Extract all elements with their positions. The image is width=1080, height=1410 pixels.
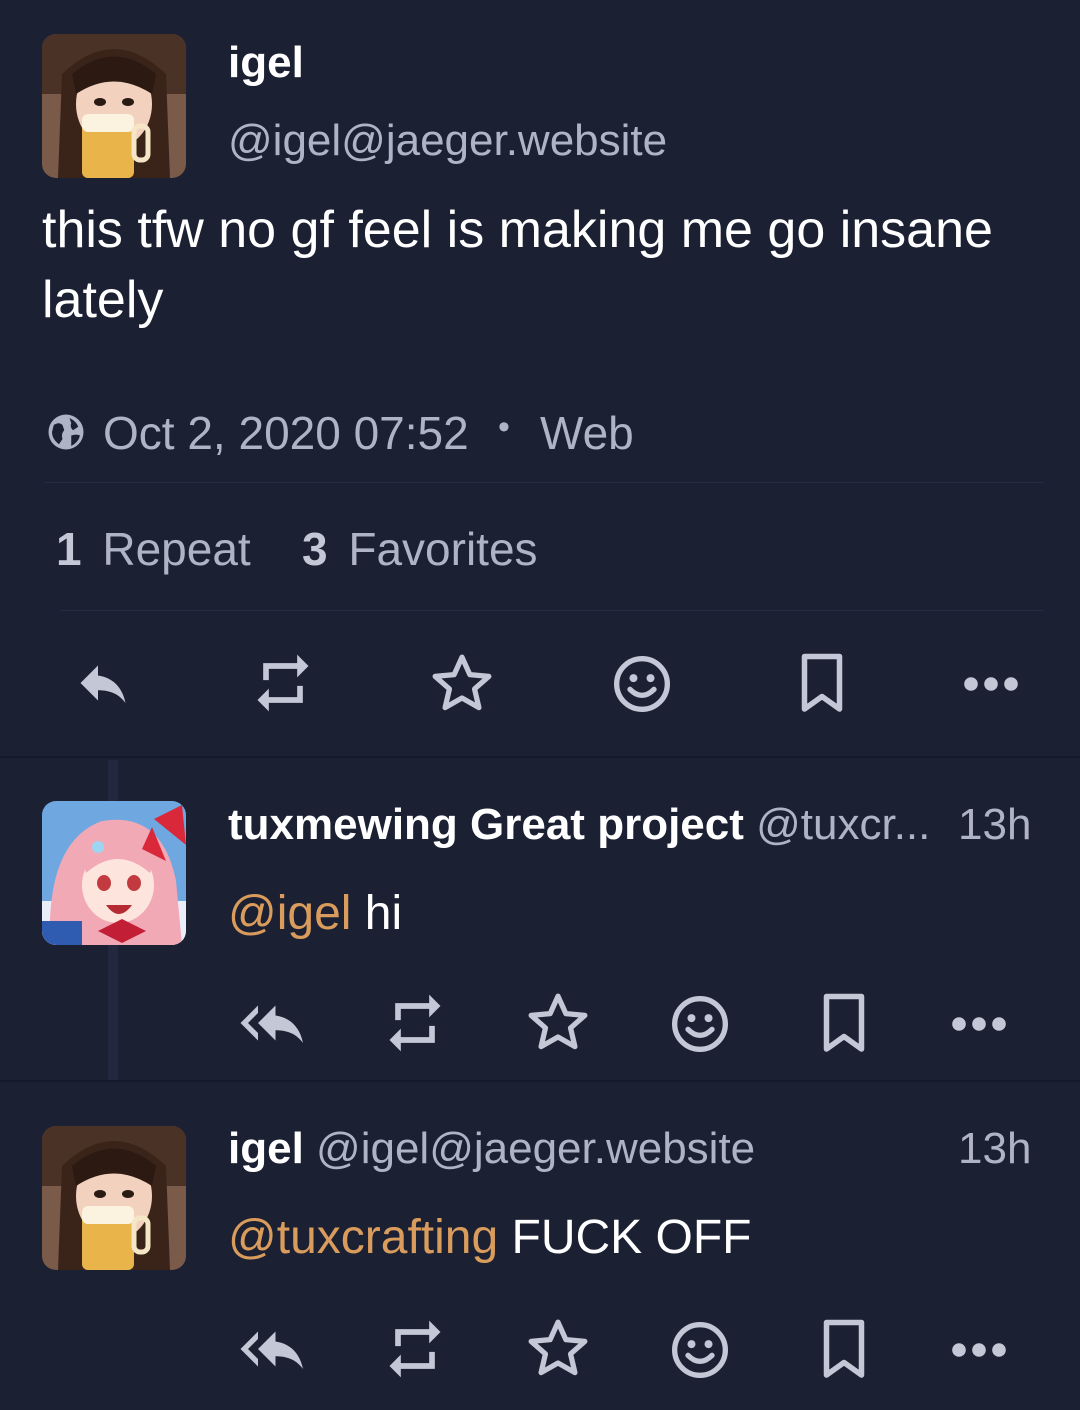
more-icon[interactable]: [958, 664, 1024, 704]
reply-text: hi: [351, 887, 403, 940]
post-timestamp[interactable]: Oct 2, 2020 07:52: [103, 406, 469, 460]
repeat-icon[interactable]: [248, 648, 318, 718]
account-handle[interactable]: @igel@jaeger.website: [228, 116, 667, 166]
bookmark-icon[interactable]: [790, 650, 854, 718]
emoji-icon[interactable]: [666, 990, 734, 1058]
repeat-count: 1: [56, 523, 82, 575]
repeat-label: Repeat: [102, 523, 251, 575]
favorite-label: Favorites: [348, 523, 538, 575]
reply-all-icon[interactable]: [234, 990, 312, 1056]
post-content-line: this tfw no gf feel is making me go insa…: [42, 201, 993, 259]
reply-content: @tuxcrafting FUCK OFF: [228, 1210, 751, 1265]
account-handle[interactable]: @tuxcr...: [756, 800, 930, 849]
reply-time[interactable]: 13h: [958, 800, 1031, 850]
display-name[interactable]: tuxmewing Great project: [228, 800, 744, 849]
star-icon[interactable]: [522, 987, 594, 1059]
bookmark-icon[interactable]: [812, 1316, 876, 1384]
reply-time[interactable]: 13h: [958, 1124, 1031, 1174]
divider: [44, 482, 1044, 483]
more-icon[interactable]: [946, 1330, 1012, 1370]
favorite-stat[interactable]: 3 Favorites: [302, 522, 538, 576]
repeat-icon[interactable]: [380, 988, 450, 1058]
post-separator: [0, 1080, 1080, 1082]
divider: [60, 610, 1044, 611]
more-icon[interactable]: [946, 1004, 1012, 1044]
post-separator: [0, 756, 1080, 758]
meta-separator: •: [498, 408, 510, 446]
post-content-line: lately: [42, 271, 164, 329]
bookmark-icon[interactable]: [812, 990, 876, 1058]
repeat-stat[interactable]: 1 Repeat: [56, 522, 251, 576]
post-client: Web: [540, 407, 634, 459]
reply-content: @igel hi: [228, 886, 402, 941]
star-icon[interactable]: [522, 1313, 594, 1385]
emoji-icon[interactable]: [666, 1316, 734, 1384]
avatar[interactable]: [42, 801, 186, 945]
display-name[interactable]: igel: [228, 1124, 304, 1173]
avatar[interactable]: [42, 34, 186, 178]
mention-link[interactable]: @igel: [228, 887, 351, 940]
emoji-icon[interactable]: [608, 650, 676, 718]
reply-text: FUCK OFF: [498, 1211, 752, 1264]
avatar[interactable]: [42, 1126, 186, 1270]
repeat-icon[interactable]: [380, 1314, 450, 1384]
star-icon[interactable]: [426, 648, 498, 720]
reply-icon[interactable]: [70, 650, 136, 716]
favorite-count: 3: [302, 523, 328, 575]
display-name[interactable]: igel: [228, 38, 304, 88]
reply-header: igel @igel@jaeger.website: [228, 1124, 755, 1174]
globe-icon: [44, 410, 88, 454]
reply-header: tuxmewing Great project @tuxcr...: [228, 800, 930, 850]
reply-all-icon[interactable]: [234, 1316, 312, 1382]
account-handle[interactable]: @igel@jaeger.website: [316, 1124, 755, 1173]
mention-link[interactable]: @tuxcrafting: [228, 1211, 498, 1264]
